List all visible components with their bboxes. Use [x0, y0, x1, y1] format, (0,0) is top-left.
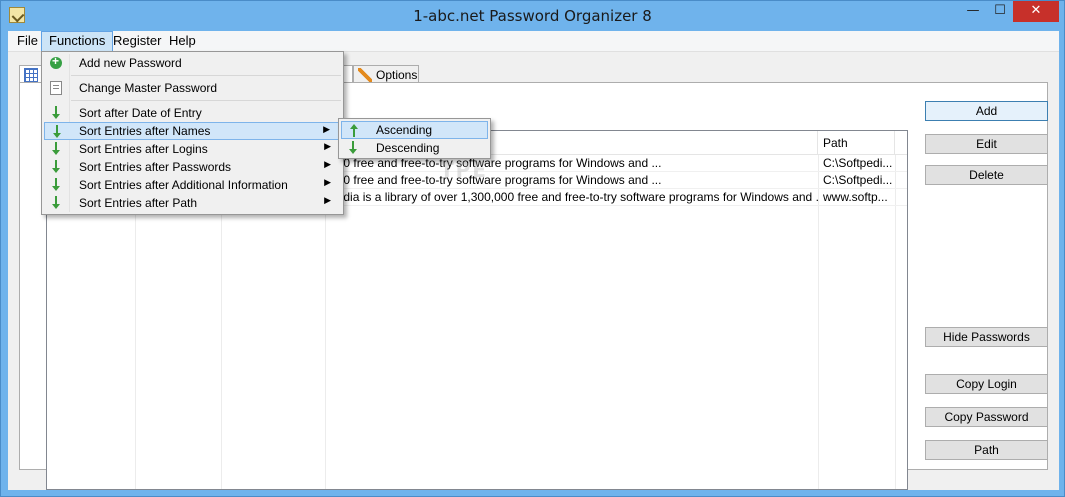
down-arrow-icon	[349, 141, 357, 155]
menu-item-sort-path[interactable]: Sort Entries after Path ▶	[44, 194, 341, 212]
menu-separator	[71, 100, 341, 101]
cell-info: 000 free and free-to-try software progra…	[330, 173, 662, 187]
app-window: 1-abc.net Password Organizer 8 — ☐ ✕ Fil…	[0, 0, 1065, 497]
close-button[interactable]: ✕	[1013, 1, 1059, 22]
menu-file[interactable]: File	[10, 31, 45, 52]
menu-register[interactable]: Register	[106, 31, 168, 52]
window-title: 1-abc.net Password Organizer 8	[413, 7, 652, 25]
down-arrow-icon	[52, 178, 60, 192]
delete-button[interactable]: Delete	[925, 165, 1048, 185]
menu-item-label: Sort Entries after Logins	[79, 142, 208, 156]
submenu-arrow-icon: ▶	[324, 177, 331, 187]
sort-names-submenu: Ascending Descending	[338, 118, 491, 159]
down-arrow-icon	[52, 160, 60, 174]
menu-item-label: Change Master Password	[79, 81, 218, 95]
menu-item-change-master-password[interactable]: Change Master Password	[44, 79, 341, 97]
menu-bar: File Functions Register Help	[8, 31, 1059, 52]
add-button[interactable]: Add	[925, 101, 1048, 121]
down-arrow-icon	[52, 106, 60, 120]
cell-path: www.softp...	[823, 190, 888, 204]
add-icon	[50, 54, 62, 69]
table-icon	[24, 68, 38, 82]
hide-passwords-button[interactable]: Hide Passwords	[925, 327, 1048, 347]
submenu-arrow-icon: ▶	[324, 141, 331, 151]
menu-item-ascending[interactable]: Ascending	[341, 121, 488, 139]
minimize-button[interactable]: —	[959, 1, 987, 22]
cell-path: C:\Softpedi...	[823, 156, 893, 170]
edit-button[interactable]: Edit	[925, 134, 1048, 154]
submenu-arrow-icon: ▶	[324, 159, 331, 169]
menu-functions[interactable]: Functions	[41, 31, 114, 52]
down-arrow-icon	[53, 125, 61, 139]
maximize-button[interactable]: ☐	[987, 1, 1013, 22]
copy-password-button[interactable]: Copy Password	[925, 407, 1048, 427]
menu-item-descending[interactable]: Descending	[341, 139, 488, 157]
menu-item-sort-logins[interactable]: Sort Entries after Logins ▶	[44, 140, 341, 158]
column-header-path[interactable]: Path	[819, 131, 895, 155]
menu-separator	[71, 75, 341, 76]
path-button[interactable]: Path	[925, 440, 1048, 460]
menu-item-sort-additional[interactable]: Sort Entries after Additional Informatio…	[44, 176, 341, 194]
copy-login-button[interactable]: Copy Login	[925, 374, 1048, 394]
watermark: TPE	[440, 158, 488, 182]
menu-item-sort-passwords[interactable]: Sort Entries after Passwords ▶	[44, 158, 341, 176]
document-icon	[50, 81, 62, 95]
functions-menu: Add new Password Change Master Password …	[41, 51, 344, 215]
submenu-arrow-icon: ▶	[323, 124, 330, 134]
wrench-icon	[358, 68, 372, 82]
tab-options-label: Options	[376, 68, 418, 82]
cell-path: C:\Softpedi...	[823, 173, 893, 187]
menu-item-label: Descending	[376, 141, 440, 155]
cell-info: pedia is a library of over 1,300,000 fre…	[330, 190, 818, 204]
menu-item-sort-date[interactable]: Sort after Date of Entry	[44, 104, 341, 122]
menu-item-add-new-password[interactable]: Add new Password	[44, 54, 341, 72]
menu-item-label: Sort Entries after Path	[79, 196, 198, 210]
menu-item-sort-names[interactable]: Sort Entries after Names ▶	[44, 122, 341, 140]
menu-item-label: Sort Entries after Passwords	[79, 160, 232, 174]
menu-item-label: Sort Entries after Names	[79, 124, 211, 138]
menu-item-label: Sort Entries after Additional Informatio…	[79, 178, 288, 192]
down-arrow-icon	[52, 142, 60, 156]
submenu-arrow-icon: ▶	[324, 195, 331, 205]
menu-help[interactable]: Help	[162, 31, 203, 52]
up-arrow-icon	[350, 124, 358, 138]
menu-item-label: Ascending	[376, 123, 433, 137]
menu-item-label: Sort after Date of Entry	[79, 106, 202, 120]
down-arrow-icon	[52, 196, 60, 210]
title-bar: 1-abc.net Password Organizer 8 — ☐ ✕	[1, 1, 1064, 31]
menu-item-label: Add new Password	[79, 56, 182, 70]
